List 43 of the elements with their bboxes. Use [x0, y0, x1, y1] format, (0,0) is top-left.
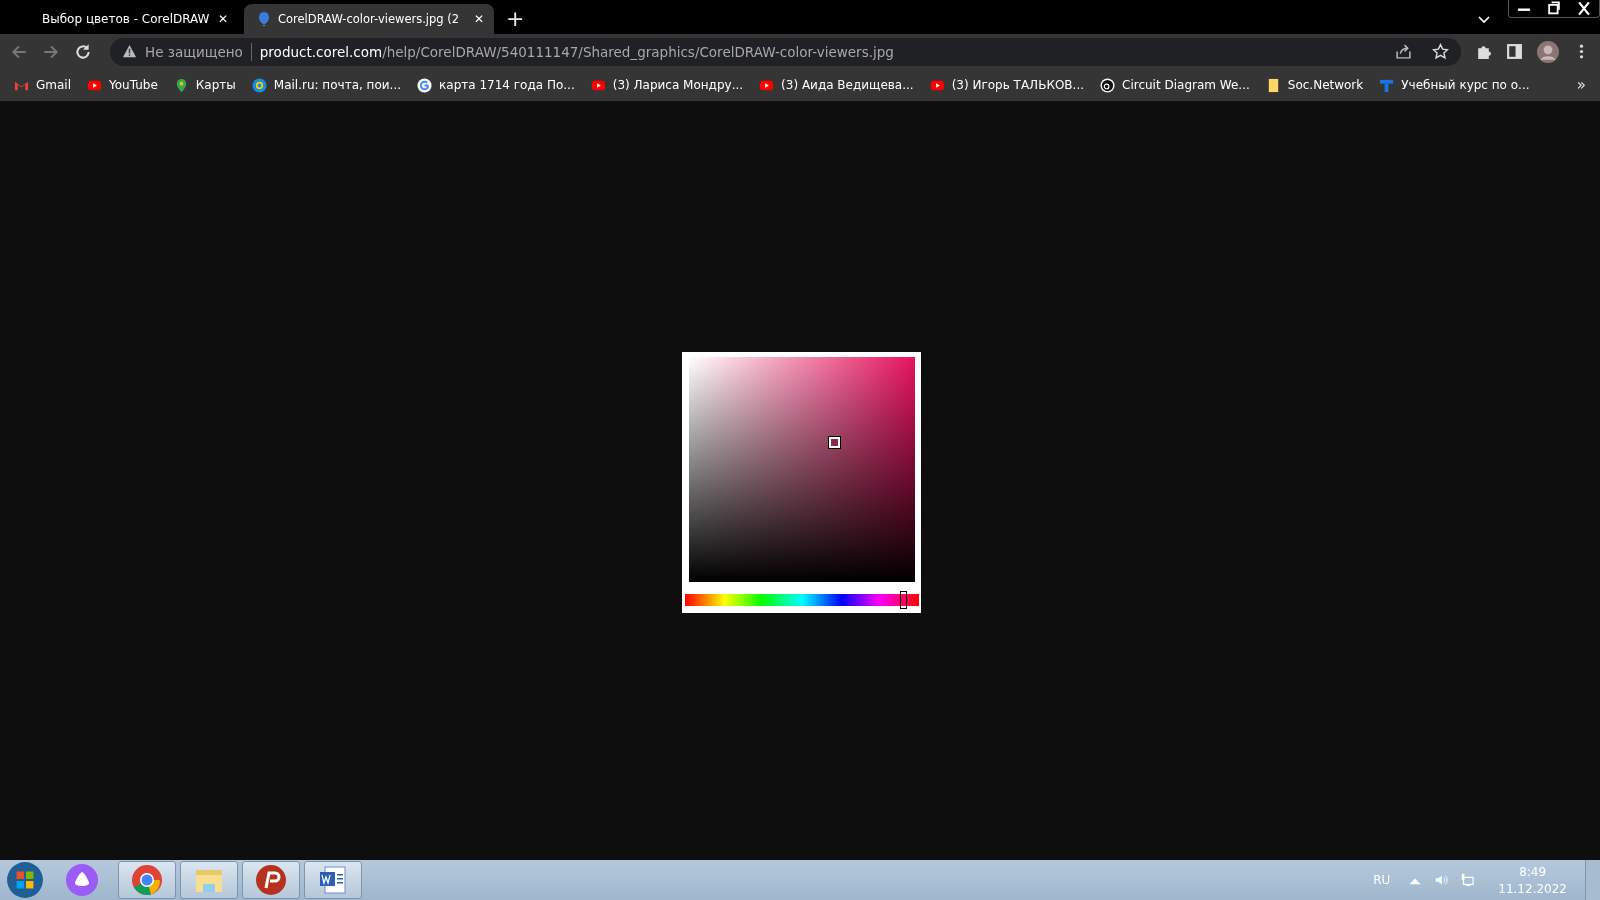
- balloon-icon: [256, 11, 272, 27]
- bookmark-item[interactable]: Circuit Diagram We...: [1100, 77, 1250, 93]
- taskbar-button[interactable]: [242, 861, 300, 899]
- security-label: Не защищено: [145, 43, 243, 60]
- clock-date: 11.12.2022: [1498, 881, 1567, 896]
- triangle-app-icon[interactable]: [66, 864, 98, 896]
- puzzle-icon[interactable]: [1475, 43, 1492, 60]
- circle-logo-icon: [1100, 77, 1115, 93]
- close-tab-button[interactable]: ✕: [473, 12, 484, 26]
- close-tab-button[interactable]: ✕: [217, 12, 228, 26]
- more-bookmarks-button[interactable]: »: [1576, 76, 1586, 94]
- bookmark-item[interactable]: YouTube: [87, 77, 158, 93]
- document-icon: [317, 864, 349, 896]
- taskbar-button[interactable]: [118, 861, 176, 899]
- url-text: product.corel.com/help/CorelDRAW/540111147/Shared_graphics/CorelDRAW-color-viewers.jpg: [259, 43, 894, 60]
- bookmark-item[interactable]: (3) Лариса Мондру...: [590, 77, 744, 93]
- p-logo-icon: [255, 864, 287, 896]
- browser-tab[interactable]: Выбор цветов - CorelDRAW ✕: [8, 4, 238, 34]
- bookmark-item[interactable]: карта 1714 года По...: [417, 77, 575, 93]
- bookmark-item[interactable]: Mail.ru: почта, пои...: [251, 77, 402, 93]
- address-bar[interactable]: Не защищено product.corel.com/help/CorelDRAW/540111147/Shared_graphics/CorelDRAW-color-viewers.jpg: [110, 37, 1461, 66]
- clock-time: 8:49: [1519, 864, 1547, 879]
- bookmark-item[interactable]: Soc.Network: [1265, 77, 1364, 93]
- chrome-icon: [131, 864, 163, 896]
- bookmark-item[interactable]: Карты: [173, 77, 236, 93]
- taskbar-button[interactable]: [304, 861, 362, 899]
- star-icon[interactable]: [1432, 43, 1449, 60]
- browser-tab[interactable]: CorelDRAW-color-viewers.jpg (2 ✕: [244, 4, 494, 34]
- bookmark-item[interactable]: Gmail: [14, 77, 71, 93]
- share-icon[interactable]: [1395, 43, 1412, 60]
- reload-icon[interactable]: [74, 42, 92, 61]
- start-button[interactable]: [6, 861, 44, 899]
- bookmark-item[interactable]: Учебный курс по о...: [1379, 77, 1530, 93]
- t-shape-icon: [1379, 77, 1395, 93]
- bookmark-item[interactable]: (3) Аида Ведищева...: [759, 77, 914, 93]
- bookmark-item[interactable]: (3) Игорь ТАЛЬКОВ...: [929, 77, 1084, 93]
- new-tab-button[interactable]: +: [506, 8, 525, 30]
- picker-marker: [828, 436, 840, 448]
- avatar-icon[interactable]: [1537, 40, 1559, 63]
- g-letter-icon: [417, 77, 433, 93]
- warning-icon: [122, 44, 137, 59]
- side-panel-icon[interactable]: [1506, 43, 1523, 60]
- chevron-down-icon[interactable]: [1478, 16, 1490, 24]
